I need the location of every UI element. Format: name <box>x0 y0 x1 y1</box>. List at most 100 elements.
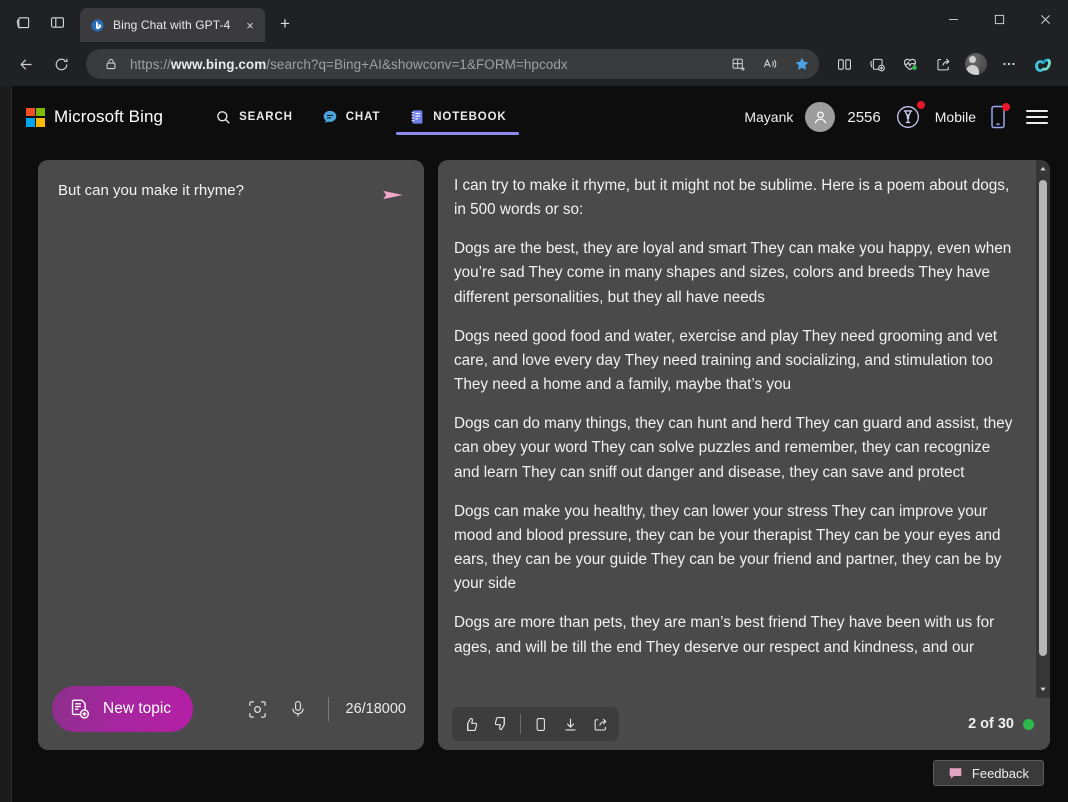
copy-icon[interactable] <box>525 709 555 739</box>
bing-favicon <box>90 18 105 33</box>
response-body: I can try to make it rhyme, but it might… <box>438 160 1050 698</box>
avatar <box>965 53 987 75</box>
navigation-toolbar: https://www.bing.com/search?q=Bing+AI&sh… <box>0 42 1068 86</box>
composer-panel: But can you make it rhyme? <box>38 160 424 750</box>
search-icon <box>215 109 232 126</box>
address-bar[interactable]: https://www.bing.com/search?q=Bing+AI&sh… <box>86 49 819 79</box>
back-arrow-icon[interactable] <box>10 48 42 80</box>
bing-site-header: Microsoft Bing SEARCH <box>12 86 1068 148</box>
chat-bubble-icon <box>321 108 339 126</box>
nav-tab-label: SEARCH <box>239 111 293 123</box>
new-topic-button[interactable]: New topic <box>52 686 193 732</box>
collections-icon[interactable] <box>861 48 893 80</box>
minimize-button[interactable] <box>930 0 976 38</box>
scrollbar-down-arrow[interactable] <box>1036 682 1050 696</box>
composer-footer: New topic <box>38 686 424 750</box>
composer-input-row[interactable]: But can you make it rhyme? <box>38 160 424 686</box>
thumbs-up-icon[interactable] <box>456 709 486 739</box>
profile-avatar[interactable] <box>960 48 992 80</box>
browser-tab[interactable]: Bing Chat with GPT-4 × <box>80 8 265 42</box>
workspaces-icon[interactable] <box>6 5 40 39</box>
send-arrow-icon[interactable] <box>378 180 408 210</box>
response-footer: 2 of 30 <box>438 698 1050 750</box>
lock-icon <box>98 51 124 77</box>
scrollbar-track[interactable] <box>1036 176 1050 682</box>
left-edge-rail <box>0 86 12 802</box>
user-name: Mayank <box>744 109 793 125</box>
nav-tab-chat[interactable]: CHAT <box>307 91 395 143</box>
response-paragraph: I can try to make it rhyme, but it might… <box>454 174 1020 222</box>
bing-header-right: Mayank 2556 <box>744 102 1048 132</box>
split-window-icon[interactable] <box>725 51 751 77</box>
microphone-icon[interactable] <box>285 696 311 722</box>
bing-nav-tabs: SEARCH CHAT <box>201 91 520 143</box>
actions-divider <box>520 714 521 734</box>
feedback-button[interactable]: Feedback <box>933 760 1044 786</box>
mobile-label: Mobile <box>935 109 976 125</box>
feedback-bubble-icon <box>948 766 963 781</box>
response-paragraph: Dogs are more than pets, they are man’s … <box>454 611 1020 659</box>
response-scrollbar[interactable] <box>1036 160 1050 698</box>
tab-title: Bing Chat with GPT-4 <box>113 18 233 32</box>
person-avatar-icon[interactable] <box>805 102 835 132</box>
download-icon[interactable] <box>555 709 585 739</box>
rewards-points: 2556 <box>847 109 880 126</box>
nav-tab-label: CHAT <box>346 111 381 123</box>
response-actions <box>452 707 619 741</box>
bing-page: Microsoft Bing SEARCH <box>12 86 1068 802</box>
window-controls <box>930 0 1068 38</box>
feedback-bar: Feedback <box>12 760 1068 802</box>
bing-wordmark: Microsoft Bing <box>54 107 163 127</box>
close-button[interactable] <box>1022 0 1068 38</box>
new-topic-icon <box>68 697 92 721</box>
status-dot <box>1023 719 1034 730</box>
scrollbar-up-arrow[interactable] <box>1036 162 1050 176</box>
response-text: I can try to make it rhyme, but it might… <box>438 160 1036 698</box>
turn-counter: 2 of 30 <box>968 716 1014 732</box>
maximize-button[interactable] <box>976 0 1022 38</box>
composer-tools: 26/18000 <box>245 696 406 722</box>
rewards-notification-dot <box>917 101 925 109</box>
read-aloud-icon[interactable] <box>757 51 783 77</box>
browser-window: Bing Chat with GPT-4 × + <box>0 0 1068 802</box>
prompt-input[interactable]: But can you make it rhyme? <box>58 180 368 201</box>
share-icon[interactable] <box>927 48 959 80</box>
split-screen-icon[interactable] <box>828 48 860 80</box>
response-paragraph: Dogs are the best, they are loyal and sm… <box>454 237 1020 309</box>
response-paragraph: Dogs can do many things, they can hunt a… <box>454 412 1020 484</box>
copilot-icon[interactable] <box>1026 48 1058 80</box>
new-tab-button[interactable]: + <box>271 10 299 38</box>
browser-toolbar-right <box>828 48 1058 80</box>
nav-tab-notebook[interactable]: NOTEBOOK <box>394 91 520 143</box>
share-icon[interactable] <box>585 709 615 739</box>
hamburger-menu-icon[interactable] <box>1026 110 1048 124</box>
page-viewport: Microsoft Bing SEARCH <box>0 86 1068 802</box>
turn-counter-group: 2 of 30 <box>968 716 1034 732</box>
mobile-phone-icon[interactable] <box>988 104 1008 130</box>
feedback-label: Feedback <box>972 766 1029 781</box>
browser-essentials-icon[interactable] <box>894 48 926 80</box>
response-paragraph: Dogs can make you healthy, they can lowe… <box>454 500 1020 597</box>
thumbs-down-icon[interactable] <box>486 709 516 739</box>
nav-tab-label: NOTEBOOK <box>433 111 506 123</box>
favorite-star-icon[interactable] <box>789 51 815 77</box>
microsoft-logo-icon <box>26 108 45 127</box>
reload-icon[interactable] <box>45 48 77 80</box>
response-paragraph: Dogs need good food and water, exercise … <box>454 325 1020 397</box>
response-panel: I can try to make it rhyme, but it might… <box>438 160 1050 750</box>
notebook-icon <box>408 108 426 126</box>
visual-search-icon[interactable] <box>245 696 271 722</box>
tab-actions-icon[interactable] <box>40 5 74 39</box>
new-topic-label: New topic <box>103 700 171 718</box>
tab-strip: Bing Chat with GPT-4 × + <box>0 0 1068 42</box>
tools-divider <box>328 697 329 721</box>
character-counter: 26/18000 <box>346 701 406 717</box>
microsoft-bing-logo[interactable]: Microsoft Bing <box>26 107 163 127</box>
settings-more-icon[interactable] <box>993 48 1025 80</box>
tab-close-icon[interactable]: × <box>241 16 259 34</box>
url-text: https://www.bing.com/search?q=Bing+AI&sh… <box>130 57 719 72</box>
mobile-notification-dot <box>1002 103 1010 111</box>
rewards-badge[interactable] <box>893 102 923 132</box>
nav-tab-search[interactable]: SEARCH <box>201 91 307 143</box>
scrollbar-thumb[interactable] <box>1039 180 1047 656</box>
